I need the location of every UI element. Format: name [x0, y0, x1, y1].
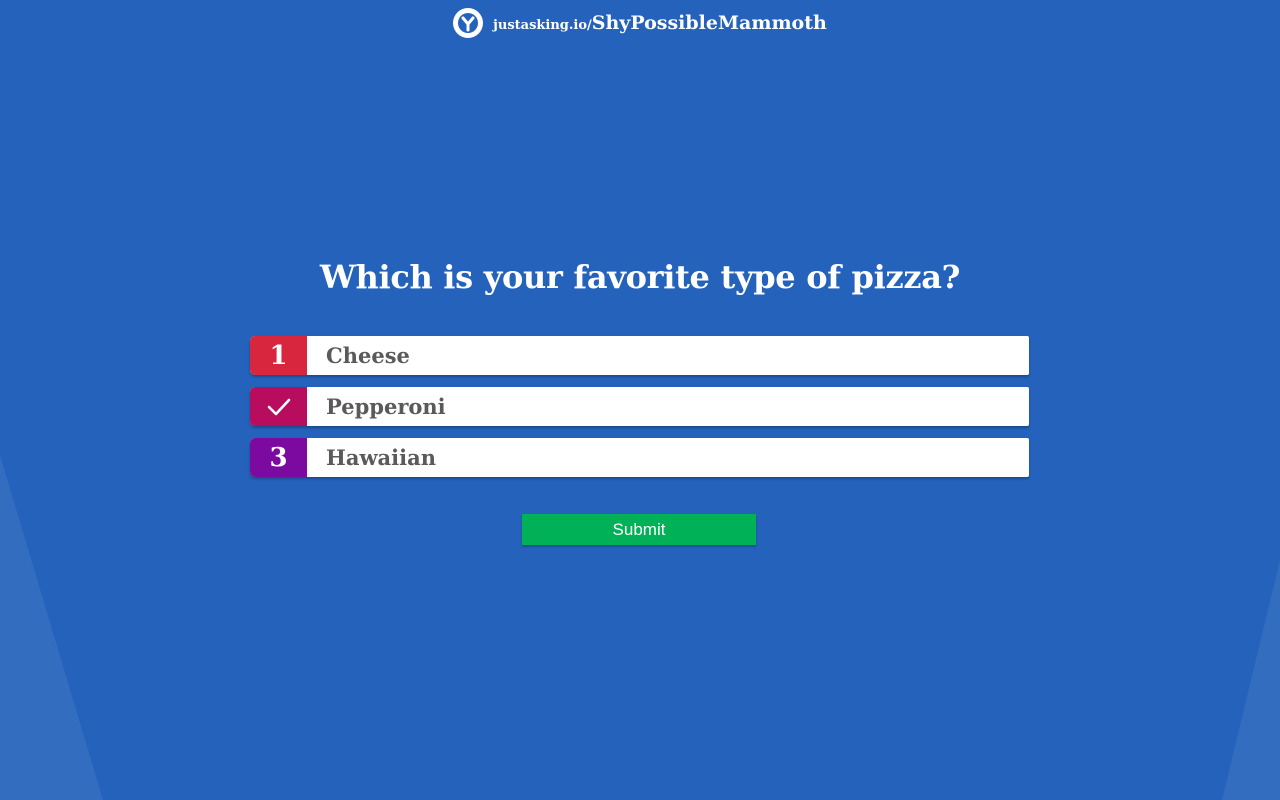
session-code: ShyPossibleMammoth [591, 12, 827, 34]
session-domain: justasking.io/ [493, 18, 592, 33]
submit-button[interactable]: Submit [522, 514, 756, 545]
header: justasking.io/ ShyPossibleMammoth [0, 8, 1280, 38]
option-hawaiian[interactable]: 3 Hawaiian [250, 438, 1029, 477]
option-number-badge: 3 [250, 438, 307, 477]
option-number-badge: 1 [250, 336, 307, 375]
justasking-logo-icon [453, 8, 484, 38]
option-label: Cheese [326, 343, 410, 368]
option-selected-badge [250, 387, 307, 426]
question-title: Which is your favorite type of pizza? [319, 258, 961, 296]
option-pepperoni[interactable]: Pepperoni [250, 387, 1029, 426]
option-label: Pepperoni [326, 394, 446, 419]
option-cheese[interactable]: 1 Cheese [250, 336, 1029, 375]
answer-options: 1 Cheese Pepperoni 3 Hawaiian [250, 336, 1029, 489]
option-label: Hawaiian [326, 445, 436, 470]
check-icon [267, 398, 290, 415]
session-url[interactable]: justasking.io/ ShyPossibleMammoth [493, 12, 827, 34]
